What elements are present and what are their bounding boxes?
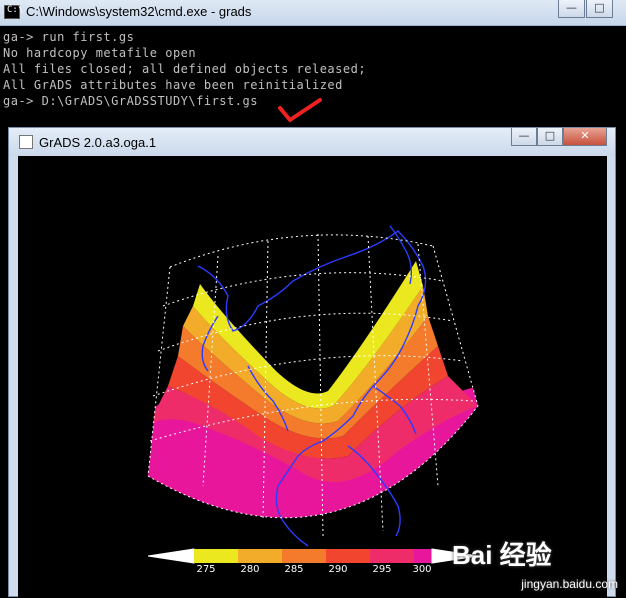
minimize-button[interactable]: — bbox=[558, 0, 585, 18]
baidu-watermark: Bai 经验 jingyan.baidu.com bbox=[452, 535, 622, 595]
colorbar-tick-label: 275 bbox=[196, 564, 216, 575]
console-line: No hardcopy metafile open bbox=[3, 46, 197, 60]
colorbar-tick-label: 295 bbox=[372, 564, 392, 575]
watermark-url: jingyan.baidu.com bbox=[521, 577, 618, 591]
colorbar-swatch bbox=[414, 549, 432, 563]
colorbar-swatch bbox=[326, 549, 370, 563]
maximize-icon: □ bbox=[544, 129, 556, 142]
colorbar-swatch bbox=[238, 549, 282, 563]
colorbar-tick-label: 280 bbox=[240, 564, 260, 575]
maximize-icon: □ bbox=[594, 1, 605, 14]
grads-plot-canvas[interactable]: 275 280 285 290 295 300 bbox=[18, 156, 607, 598]
console-line: All GrADS attributes have been reinitial… bbox=[3, 78, 343, 92]
grads-app-icon bbox=[19, 135, 33, 149]
grads-titlebar[interactable]: GrADS 2.0.a3.oga.1 — □ ✕ bbox=[9, 128, 615, 156]
colorbar-tick-label: 285 bbox=[284, 564, 304, 575]
console-line: All files closed; all defined objects re… bbox=[3, 62, 367, 76]
cmd-console[interactable]: ga-> run first.gs No hardcopy metafile o… bbox=[0, 26, 626, 126]
colorbar-swatch bbox=[194, 549, 238, 563]
console-line: ga-> run first.gs bbox=[3, 30, 135, 44]
map-plot bbox=[147, 225, 479, 547]
cmd-icon: C:\ bbox=[4, 5, 23, 19]
grads-window[interactable]: GrADS 2.0.a3.oga.1 — □ ✕ 275 280 285 290… bbox=[8, 127, 616, 598]
checkmark-icon bbox=[278, 98, 322, 122]
colorbar bbox=[148, 548, 478, 564]
maximize-button[interactable]: □ bbox=[586, 0, 613, 18]
colorbar-swatch bbox=[370, 549, 414, 563]
colorbar-tick-label: 300 bbox=[412, 564, 432, 575]
cmd-window-title: C:\Windows\system32\cmd.exe - grads bbox=[26, 4, 252, 19]
watermark-logo: Bai 经验 bbox=[452, 540, 552, 570]
colorbar-swatch bbox=[282, 549, 326, 563]
grads-maximize-button[interactable]: □ bbox=[537, 128, 563, 146]
grads-minimize-button[interactable]: — bbox=[511, 128, 537, 146]
grads-close-button[interactable]: ✕ bbox=[563, 128, 607, 146]
close-icon: ✕ bbox=[580, 129, 590, 142]
minimize-icon: — bbox=[518, 129, 530, 142]
cmd-titlebar[interactable]: C:\ C:\Windows\system32\cmd.exe - grads … bbox=[0, 0, 626, 26]
console-prompt-line: ga-> D:\GrADS\GrADSSTUDY\first.gs bbox=[3, 94, 258, 108]
minimize-icon: — bbox=[566, 1, 577, 14]
colorbar-tick-label: 290 bbox=[328, 564, 348, 575]
grads-window-title: GrADS 2.0.a3.oga.1 bbox=[39, 135, 157, 150]
